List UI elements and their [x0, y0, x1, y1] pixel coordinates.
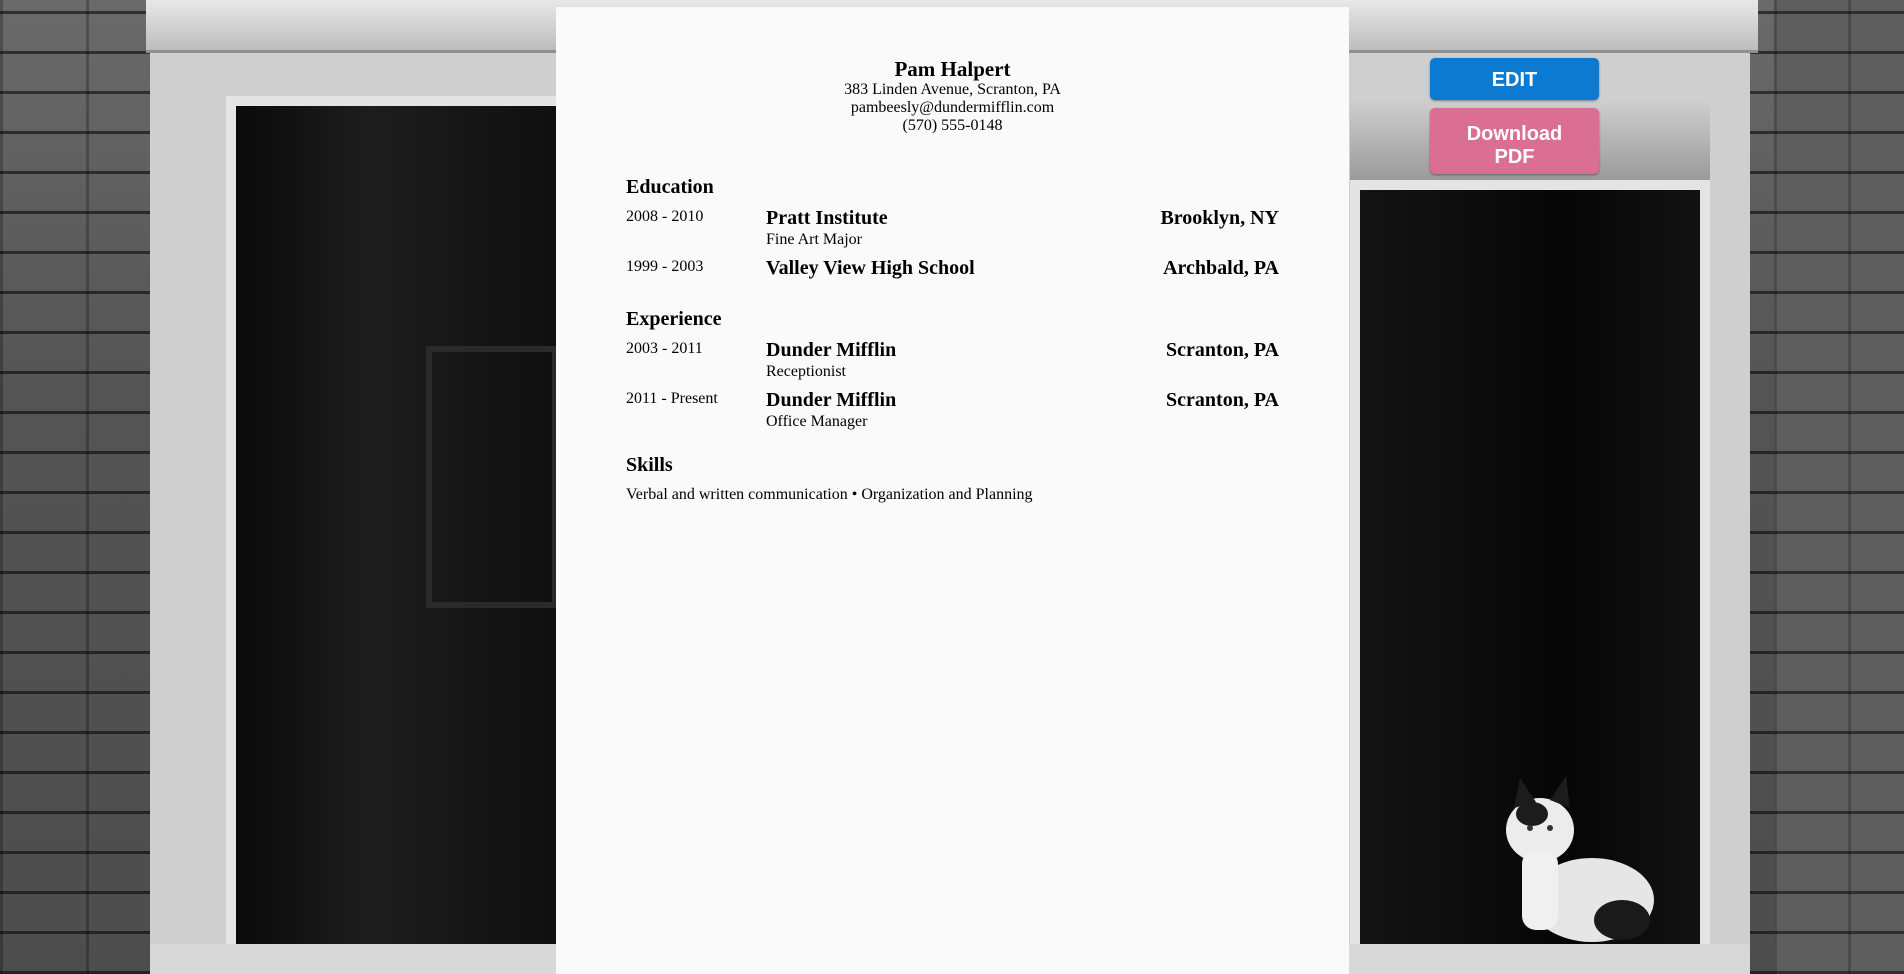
window-pane — [426, 346, 558, 608]
resume-header: Pam Halpert 383 Linden Avenue, Scranton,… — [626, 57, 1279, 135]
education-entry: 1999 - 2003 Valley View High School Arch… — [626, 255, 1279, 281]
resume-page: Pam Halpert 383 Linden Avenue, Scranton,… — [556, 7, 1349, 974]
entry-organization: Dunder Mifflin — [766, 389, 897, 411]
entry-location: Scranton, PA — [1166, 339, 1279, 361]
resume-email: pambeesly@dundermifflin.com — [850, 99, 1055, 116]
experience-section: Experience 2003 - 2011 Dunder Mifflin Sc… — [626, 307, 1279, 431]
resume-phone: (570) 555-0148 — [902, 117, 1003, 134]
download-pdf-label-line1: Download — [1466, 122, 1563, 145]
window-glass-left — [226, 96, 576, 974]
resume-address: 383 Linden Avenue, Scranton, PA — [844, 81, 1061, 98]
experience-entry: 2003 - 2011 Dunder Mifflin Scranton, PA … — [626, 337, 1279, 381]
brick-wall-right — [1774, 0, 1904, 974]
edit-button[interactable]: EDIT — [1430, 58, 1599, 100]
entry-dates: 2003 - 2011 — [626, 340, 703, 357]
skills-title: Skills — [626, 454, 673, 476]
cat-image — [1506, 776, 1654, 942]
entry-detail: Office Manager — [766, 413, 868, 430]
entry-organization: Valley View High School — [766, 257, 975, 279]
entry-location: Archbald, PA — [1163, 257, 1279, 279]
experience-entry: 2011 - Present Dunder Mifflin Scranton, … — [626, 387, 1279, 431]
education-entry: 2008 - 2010 Pratt Institute Brooklyn, NY… — [626, 205, 1279, 249]
entry-location: Brooklyn, NY — [1160, 207, 1279, 229]
education-title: Education — [626, 176, 714, 198]
entry-organization: Pratt Institute — [766, 207, 888, 229]
entry-dates: 1999 - 2003 — [626, 258, 704, 275]
entry-detail: Fine Art Major — [766, 231, 862, 248]
download-pdf-label-line2: PDF — [1494, 145, 1535, 168]
entry-dates: 2011 - Present — [626, 390, 718, 407]
entry-dates: 2008 - 2010 — [626, 208, 704, 225]
entry-organization: Dunder Mifflin — [766, 339, 897, 361]
skills-list: Verbal and written communication • Organ… — [626, 486, 1033, 503]
education-section: Education 2008 - 2010 Pratt Institute Br… — [626, 175, 1279, 281]
entry-detail: Receptionist — [766, 363, 846, 380]
download-pdf-button[interactable]: Download PDF — [1430, 108, 1599, 174]
experience-title: Experience — [626, 308, 722, 330]
entry-location: Scranton, PA — [1166, 389, 1279, 411]
skills-section: Skills Verbal and written communication … — [626, 453, 1279, 505]
resume-name: Pam Halpert — [894, 57, 1011, 81]
